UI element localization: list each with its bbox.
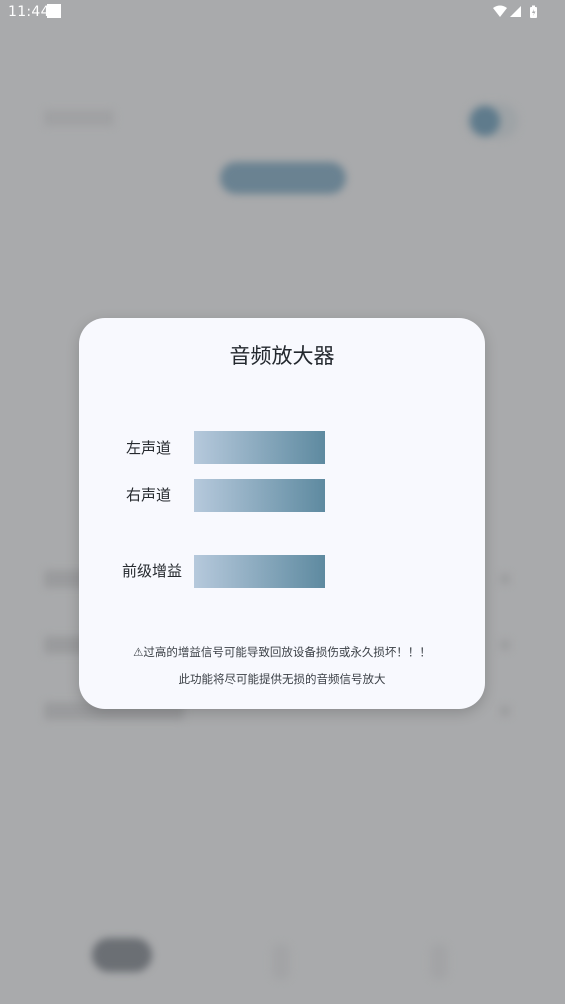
background-toggle xyxy=(466,103,518,139)
left-channel-slider[interactable] xyxy=(194,431,325,464)
audio-amplifier-dialog: 音频放大器 左声道 右声道 前级增益 ⚠过高的增益信号可能导致回放设备损伤或永久… xyxy=(79,318,485,709)
background-nav-active-item xyxy=(92,938,152,972)
left-channel-label: 左声道 xyxy=(126,439,172,457)
background-row-chevron xyxy=(500,640,510,650)
cellular-signal-icon xyxy=(510,6,521,17)
pre-gain-label: 前级增益 xyxy=(122,562,183,580)
status-icons xyxy=(493,4,541,20)
background-nav-item xyxy=(272,944,290,980)
wifi-icon xyxy=(493,5,507,17)
background-nav-item xyxy=(430,944,448,980)
dialog-title: 音频放大器 xyxy=(229,344,335,368)
right-channel-slider-fill xyxy=(194,479,325,512)
note-text: 此功能将尽可能提供无损的音频信号放大 xyxy=(178,672,386,686)
pre-gain-slider-fill xyxy=(194,555,325,588)
status-bar: 11:44 xyxy=(0,0,565,24)
right-channel-slider[interactable] xyxy=(194,479,325,512)
warning-text: ⚠过高的增益信号可能导致回放设备损伤或永久损坏！！！ xyxy=(133,645,431,659)
background-title-placeholder xyxy=(44,110,114,126)
notification-icon xyxy=(47,4,61,18)
pre-gain-slider[interactable] xyxy=(194,555,325,588)
status-time: 11:44 xyxy=(8,4,50,20)
battery-icon xyxy=(530,5,537,18)
left-channel-slider-fill xyxy=(194,431,325,464)
right-channel-label: 右声道 xyxy=(126,486,172,504)
background-toggle-knob xyxy=(470,106,500,136)
background-row-chevron xyxy=(500,574,510,584)
background-row-chevron xyxy=(500,706,510,716)
background-pill-button xyxy=(220,162,346,194)
